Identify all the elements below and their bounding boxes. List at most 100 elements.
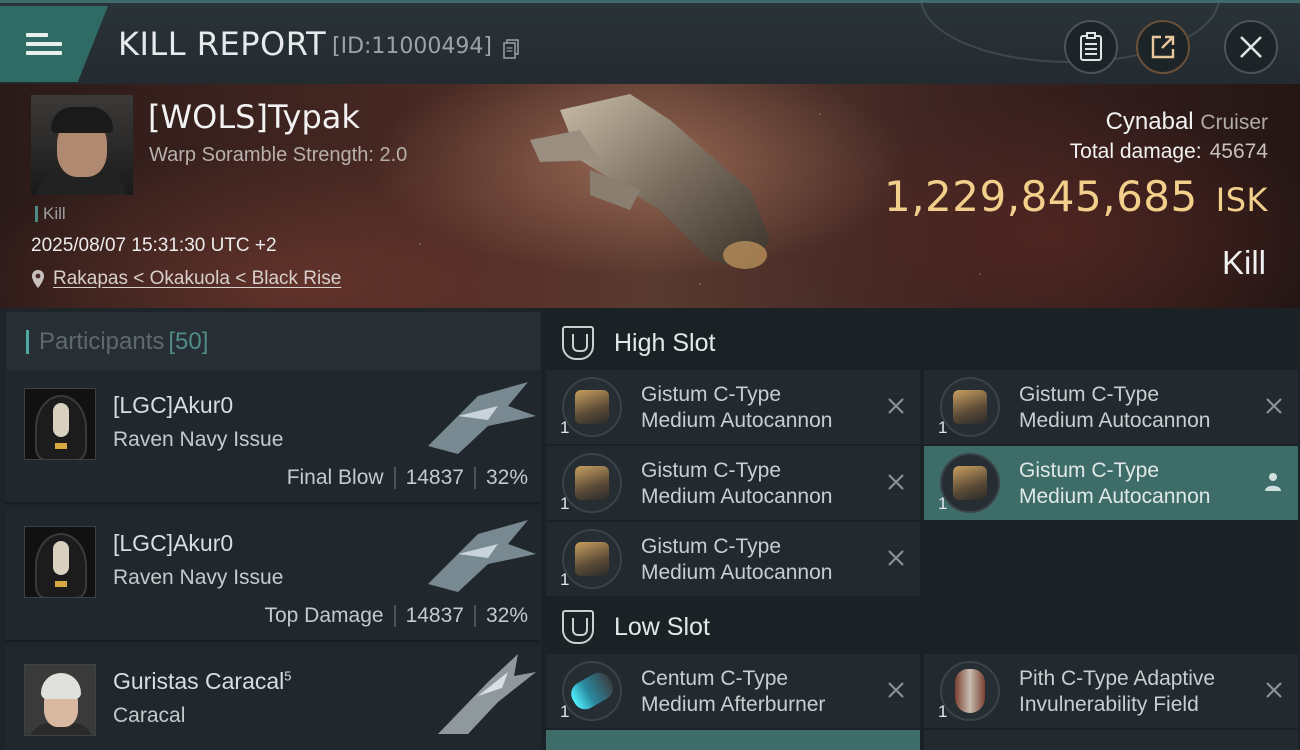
participant-damage: 14837 xyxy=(405,604,464,627)
destroyed-icon xyxy=(888,550,904,566)
isk-amount: 1,229,845,685 xyxy=(883,172,1198,221)
autocannon-icon xyxy=(940,377,1000,437)
clipboard-icon xyxy=(1080,32,1102,61)
hamburger-icon xyxy=(26,28,62,60)
victim-ship-type[interactable]: Cynabal Cruiser xyxy=(1106,108,1268,136)
participant-role: Top Damage xyxy=(264,604,384,627)
low-slot-label: Low Slot xyxy=(614,612,710,641)
victim-portrait[interactable] xyxy=(31,95,133,195)
participant-name-text: Guristas Caracal xyxy=(113,668,285,694)
high-slot-icon xyxy=(562,326,594,360)
module-qty: 1 xyxy=(560,702,570,721)
participant-row[interactable]: [LGC]Akur0 Raven Navy Issue Final Blow 1… xyxy=(6,370,540,504)
module-item[interactable]: 1 Gistum C-Type Medium Autocannon xyxy=(546,370,920,444)
total-damage-label: Total damage: xyxy=(1069,140,1202,163)
close-button[interactable] xyxy=(1224,20,1278,74)
autocannon-icon xyxy=(940,453,1000,513)
participant-avatar[interactable] xyxy=(24,526,96,598)
module-name: Gistum C-Type Medium Autocannon xyxy=(641,383,833,432)
participants-label: Participants xyxy=(39,328,165,355)
participant-damage: 14837 xyxy=(405,466,464,489)
participant-ship: Raven Navy Issue xyxy=(113,566,284,589)
report-id: [ID:11000494] xyxy=(332,34,492,59)
autocannon-icon xyxy=(562,529,622,589)
fitting-panel: High Slot 1 Gistum C-Type Medium Autocann… xyxy=(542,308,1300,750)
participant-name: [LGC]Akur0 xyxy=(113,392,234,418)
participant-avatar[interactable] xyxy=(24,664,96,736)
participant-ship: Caracal xyxy=(113,704,186,727)
module-qty: 1 xyxy=(938,418,948,437)
module-qty: 1 xyxy=(560,494,570,513)
module-qty: 1 xyxy=(560,570,570,589)
participant-row[interactable]: Guristas Caracal5 Caracal xyxy=(6,646,540,750)
module-item[interactable]: 1 Gistum C-Type Medium Autocannon xyxy=(924,370,1298,444)
location-text[interactable]: Rakapas < Okakuola < Black Rise xyxy=(53,268,341,290)
total-damage: Total damage: 45674 xyxy=(1070,140,1268,164)
kill-tag: Kill xyxy=(35,205,66,222)
victim-ship-image xyxy=(530,94,770,270)
autocannon-icon xyxy=(562,377,622,437)
module-item-partial[interactable] xyxy=(924,730,1298,750)
location-link[interactable]: Rakapas < Okakuola < Black Rise xyxy=(31,268,341,290)
module-qty: 1 xyxy=(560,418,570,437)
module-qty: 1 xyxy=(938,494,948,513)
ship-class: Cruiser xyxy=(1200,111,1268,134)
destroyed-icon xyxy=(1266,682,1282,698)
copy-icon[interactable] xyxy=(503,39,519,59)
total-damage-value: 45674 xyxy=(1209,140,1268,163)
person-icon xyxy=(1265,473,1281,491)
participant-stats: Final Blow 14837 32% xyxy=(287,466,528,490)
isk-value: 1,229,845,685 ISK xyxy=(884,172,1268,221)
participant-avatar[interactable] xyxy=(24,388,96,460)
participant-name: [LGC]Akur0 xyxy=(113,530,234,556)
result-label: Kill xyxy=(1221,244,1266,281)
participant-row[interactable]: [LGC]Akur0 Raven Navy Issue Top Damage 1… xyxy=(6,508,540,642)
low-slot-header: Low Slot xyxy=(546,596,1300,658)
module-item-selected[interactable]: 1 Gistum C-Type Medium Autocannon xyxy=(924,446,1298,520)
participant-ship-image xyxy=(428,520,536,592)
kill-timestamp: 2025/08/07 15:31:30 UTC +2 xyxy=(31,235,277,256)
participant-level: 5 xyxy=(284,668,292,684)
module-name: Pith C-Type Adaptive Invulnerability Fiel… xyxy=(1019,667,1216,716)
module-item[interactable]: 1 Centum C-Type Medium Afterburner xyxy=(546,654,920,728)
module-item[interactable]: 1 Gistum C-Type Medium Autocannon xyxy=(546,446,920,520)
location-pin-icon xyxy=(32,270,44,288)
isk-unit: ISK xyxy=(1215,181,1268,219)
participants-panel: Participants [50] [LGC]Akur0 Raven Navy … xyxy=(0,308,542,750)
participant-role: Final Blow xyxy=(286,466,384,489)
menu-button[interactable] xyxy=(0,6,108,82)
high-slot-header: High Slot xyxy=(546,312,1300,374)
shield-module-icon xyxy=(940,661,1000,721)
clipboard-button[interactable] xyxy=(1064,20,1118,74)
module-name: Gistum C-Type Medium Autocannon xyxy=(1019,383,1211,432)
module-item-partial[interactable] xyxy=(546,730,920,750)
module-item[interactable]: 1 Gistum C-Type Medium Autocannon xyxy=(546,522,920,596)
share-button[interactable] xyxy=(1136,20,1190,74)
participant-ship-image xyxy=(438,654,536,734)
share-icon xyxy=(1151,35,1175,59)
module-qty: 1 xyxy=(938,702,948,721)
victim-name[interactable]: [WOLS]Typak xyxy=(148,98,360,136)
module-name: Centum C-Type Medium Afterburner xyxy=(641,667,826,716)
participant-name: Guristas Caracal5 xyxy=(113,668,292,695)
destroyed-icon xyxy=(888,398,904,414)
page-title: KILL REPORT xyxy=(118,25,327,63)
destroyed-icon xyxy=(1266,398,1282,414)
afterburner-icon xyxy=(562,661,622,721)
autocannon-icon xyxy=(562,453,622,513)
module-name: Gistum C-Type Medium Autocannon xyxy=(641,535,833,584)
module-name: Gistum C-Type Medium Autocannon xyxy=(641,459,833,508)
victim-subtitle: Warp Soramble Strength: 2.0 xyxy=(149,144,408,166)
kill-hero-panel: [WOLS]Typak Warp Soramble Strength: 2.0 … xyxy=(0,84,1300,308)
participant-ship: Raven Navy Issue xyxy=(113,428,284,451)
module-item[interactable]: 1 Pith C-Type Adaptive Invulnerability Fi… xyxy=(924,654,1298,728)
ship-name: Cynabal xyxy=(1105,108,1194,135)
participant-percent: 32% xyxy=(485,604,528,627)
close-icon xyxy=(1240,36,1262,58)
top-bar: KILL REPORT [ID:11000494] xyxy=(0,0,1300,84)
participant-ship-image xyxy=(428,382,536,454)
participants-count: [50] xyxy=(168,328,209,355)
destroyed-icon xyxy=(888,474,904,490)
participant-stats: Top Damage 14837 32% xyxy=(264,604,528,628)
high-slot-label: High Slot xyxy=(614,328,716,357)
